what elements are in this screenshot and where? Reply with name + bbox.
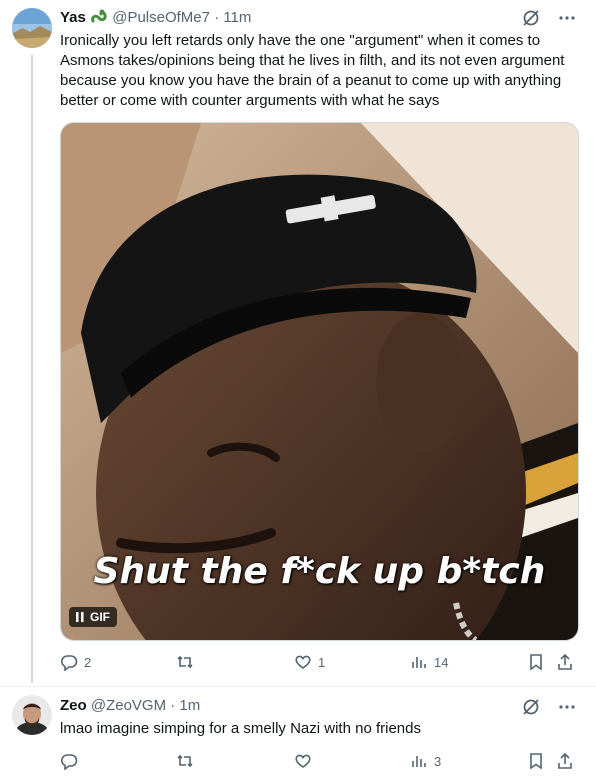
snake-emoji-icon bbox=[90, 7, 108, 25]
bookmark-icon bbox=[527, 653, 545, 671]
avatar[interactable] bbox=[12, 695, 52, 735]
reply-button[interactable] bbox=[60, 750, 84, 772]
heart-icon bbox=[294, 653, 312, 671]
more-options-icon[interactable] bbox=[558, 9, 576, 27]
gif-caption: Shut the f*ck up b*tch bbox=[93, 551, 546, 592]
handle[interactable]: @PulseOfMe7 bbox=[112, 9, 210, 26]
views-icon bbox=[410, 653, 428, 671]
like-button[interactable] bbox=[294, 750, 318, 772]
handle[interactable]: @ZeoVGM bbox=[91, 697, 166, 714]
bookmark-button[interactable] bbox=[527, 651, 545, 673]
retweet-icon bbox=[176, 752, 194, 770]
heart-icon bbox=[294, 752, 312, 770]
more-options-icon[interactable] bbox=[558, 698, 576, 716]
gif-media[interactable]: Shut the f*ck up b*tch GIF bbox=[60, 122, 579, 641]
timestamp[interactable]: · 11m bbox=[214, 9, 251, 26]
bookmark-icon bbox=[527, 752, 545, 770]
tweet-text: Ironically you left retards only have th… bbox=[60, 32, 565, 109]
like-count: 1 bbox=[318, 654, 326, 670]
reply-button[interactable]: 2 bbox=[60, 651, 91, 673]
share-button[interactable] bbox=[556, 750, 574, 772]
gif-label: GIF bbox=[90, 610, 110, 624]
retweet-button[interactable] bbox=[176, 651, 200, 673]
tweet[interactable]: Yas @PulseOfMe7 · 11m Ironically you lef… bbox=[0, 0, 596, 686]
thread-line bbox=[31, 55, 33, 683]
views-count: 14 bbox=[434, 654, 449, 670]
views-button[interactable]: 14 bbox=[410, 651, 448, 673]
views-button[interactable]: 3 bbox=[410, 750, 441, 772]
grok-icon[interactable] bbox=[522, 698, 540, 716]
share-icon bbox=[556, 653, 574, 671]
display-name[interactable]: Zeo bbox=[60, 697, 87, 714]
like-button[interactable]: 1 bbox=[294, 651, 325, 673]
avatar[interactable] bbox=[12, 8, 52, 48]
tweet-actions: 3 bbox=[60, 750, 580, 772]
tweet[interactable]: Zeo @ZeoVGM · 1m lmao imagine simping fo… bbox=[0, 686, 596, 784]
tweet-actions: 2 1 14 bbox=[60, 651, 580, 673]
reply-icon bbox=[60, 752, 78, 770]
views-icon bbox=[410, 752, 428, 770]
display-name[interactable]: Yas bbox=[60, 9, 86, 26]
share-icon bbox=[556, 752, 574, 770]
views-count: 3 bbox=[434, 753, 442, 769]
reply-icon bbox=[60, 653, 78, 671]
retweet-icon bbox=[176, 653, 194, 671]
timestamp[interactable]: · 1m bbox=[170, 697, 200, 714]
bookmark-button[interactable] bbox=[527, 750, 545, 772]
retweet-button[interactable] bbox=[176, 750, 200, 772]
tweet-header: Zeo @ZeoVGM · 1m bbox=[60, 696, 200, 716]
reply-count: 2 bbox=[84, 654, 92, 670]
grok-icon[interactable] bbox=[522, 9, 540, 27]
tweet-text: lmao imagine simping for a smelly Nazi w… bbox=[60, 720, 421, 737]
share-button[interactable] bbox=[556, 651, 574, 673]
gif-badge[interactable]: GIF bbox=[69, 607, 117, 627]
tweet-header: Yas @PulseOfMe7 · 11m bbox=[60, 7, 251, 28]
pause-icon[interactable] bbox=[76, 612, 84, 622]
